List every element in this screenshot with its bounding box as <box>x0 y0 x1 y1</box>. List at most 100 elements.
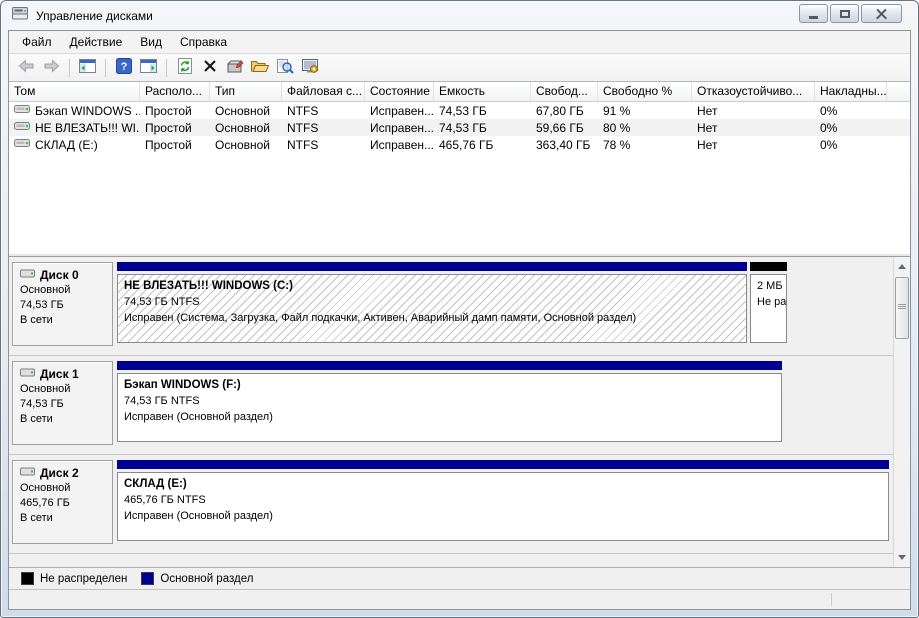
partition-c[interactable]: НЕ ВЛЕЗАТЬ!!! WINDOWS (C:) 74,53 ГБ NTFS… <box>117 262 747 347</box>
status-bar-divider <box>831 593 832 606</box>
console-tree-button[interactable] <box>76 57 99 79</box>
properties-button[interactable] <box>223 57 246 79</box>
cell-fault-tolerance: Нет <box>692 138 815 152</box>
partition-unallocated[interactable]: 2 МБ Не распределен <box>750 262 787 347</box>
cell-layout: Простой <box>140 104 210 118</box>
cell-type: Основной <box>210 138 282 152</box>
find-button[interactable] <box>273 57 296 79</box>
partition-f[interactable]: Бэкап WINDOWS (F:) 74,53 ГБ NTFS Исправе… <box>117 361 782 446</box>
disk-name: Диск 2 <box>40 466 79 481</box>
partition-size: 74,53 ГБ NTFS <box>124 393 775 409</box>
vertical-scrollbar[interactable] <box>893 257 910 567</box>
partition-label: НЕ ВЛЕЗАТЬ!!! WINDOWS (C:) <box>124 278 740 294</box>
column-header-filesystem[interactable]: Файловая с... <box>282 82 365 101</box>
window-title: Управление дисками <box>36 9 153 23</box>
column-header-volume[interactable]: Том <box>9 82 140 101</box>
graphical-view-pane: Диск 0 Основной 74,53 ГБ В сети НЕ ВЛЕЗА… <box>9 257 910 567</box>
refresh-icon <box>177 57 193 78</box>
disk-type: Основной <box>20 481 105 496</box>
cell-layout: Простой <box>140 121 210 135</box>
legend-label: Основной раздел <box>160 573 253 585</box>
cell-capacity: 465,76 ГБ <box>434 138 531 152</box>
toolbar-separator <box>69 59 70 77</box>
disk-info-panel[interactable]: Диск 1 Основной 74,53 ГБ В сети <box>12 361 113 445</box>
menu-file[interactable]: Файл <box>13 32 61 52</box>
refresh-button[interactable] <box>173 57 196 79</box>
status-bar <box>9 589 910 609</box>
cell-free: 363,40 ГБ <box>531 138 598 152</box>
manage-computer-icon <box>301 58 319 77</box>
cell-filesystem: NTFS <box>282 104 365 118</box>
menu-help[interactable]: Справка <box>171 32 236 52</box>
delete-button[interactable] <box>198 57 221 79</box>
table-row[interactable]: Бэкап WINDOWS ... Простой Основной NTFS … <box>9 102 910 119</box>
arrow-up-icon <box>898 264 906 269</box>
cell-filesystem: NTFS <box>282 121 365 135</box>
table-row[interactable]: СКЛАД (E:) Простой Основной NTFS Исправе… <box>9 136 910 153</box>
column-header-free[interactable]: Свобод... <box>531 82 598 101</box>
table-row[interactable]: НЕ ВЛЕЗАТЬ!!! WI... Простой Основной NTF… <box>9 119 910 136</box>
app-icon <box>12 6 29 26</box>
cell-capacity: 74,53 ГБ <box>434 104 531 118</box>
scroll-down-button[interactable] <box>895 550 909 565</box>
disk-icon <box>20 367 36 382</box>
menu-action[interactable]: Действие <box>61 32 132 52</box>
help-button[interactable]: ? <box>112 57 135 79</box>
disk-track: Бэкап WINDOWS (F:) 74,53 ГБ NTFS Исправе… <box>117 361 782 446</box>
disk-name: Диск 0 <box>40 268 79 283</box>
partition-color-bar <box>117 262 747 271</box>
column-header-capacity[interactable]: Емкость <box>434 82 531 101</box>
scroll-up-button[interactable] <box>895 259 909 274</box>
minimize-button[interactable] <box>799 4 828 23</box>
manage-computer-button[interactable] <box>298 57 321 79</box>
disk-row-0: Диск 0 Основной 74,53 ГБ В сети НЕ ВЛЕЗА… <box>9 257 893 356</box>
maximize-button[interactable] <box>830 4 859 23</box>
cell-status: Исправен... <box>365 138 434 152</box>
back-button[interactable] <box>15 57 38 79</box>
action-pane-icon <box>139 58 158 77</box>
disk-row-2: Диск 2 Основной 465,76 ГБ В сети СКЛАД (… <box>9 455 893 554</box>
toolbar-separator <box>105 59 106 77</box>
disk-icon <box>20 466 36 481</box>
column-header-free-pct[interactable]: Свободно % <box>598 82 692 101</box>
disk-status: В сети <box>20 412 105 427</box>
partition-size: 2 МБ <box>757 278 780 294</box>
forward-icon <box>42 57 61 78</box>
partition-color-bar <box>117 460 889 469</box>
disk-size: 74,53 ГБ <box>20 397 105 412</box>
volume-name: Бэкап WINDOWS ... <box>35 104 140 118</box>
primary-partition-swatch-icon <box>141 572 154 585</box>
partition-size: 465,76 ГБ NTFS <box>124 492 882 508</box>
disk-status: В сети <box>20 313 105 328</box>
column-header-layout[interactable]: Располо... <box>140 82 210 101</box>
column-header-fault-tolerance[interactable]: Отказоустойчиво... <box>692 82 815 101</box>
column-header-type[interactable]: Тип <box>210 82 282 101</box>
toolbar-separator <box>166 59 167 77</box>
partition-status: Исправен (Основной раздел) <box>124 508 882 524</box>
scrollbar-thumb[interactable] <box>895 277 909 339</box>
disk-type: Основной <box>20 382 105 397</box>
cell-type: Основной <box>210 121 282 135</box>
disk-info-panel[interactable]: Диск 0 Основной 74,53 ГБ В сети <box>12 262 113 346</box>
cell-free: 67,80 ГБ <box>531 104 598 118</box>
properties-icon <box>226 58 244 77</box>
disk-management-window: Управление дисками Файл Действие Вид Спр… <box>0 0 919 618</box>
titlebar[interactable]: Управление дисками <box>8 1 911 30</box>
console-tree-icon <box>78 58 97 77</box>
disk-info-panel[interactable]: Диск 2 Основной 465,76 ГБ В сети <box>12 460 113 544</box>
forward-button[interactable] <box>40 57 63 79</box>
close-button[interactable] <box>861 4 902 23</box>
partition-status: Исправен (Система, Загрузка, Файл подкач… <box>124 310 740 326</box>
partition-e[interactable]: СКЛАД (E:) 465,76 ГБ NTFS Исправен (Осно… <box>117 460 889 545</box>
column-header-overhead[interactable]: Накладны... <box>815 82 887 101</box>
action-pane-button[interactable] <box>137 57 160 79</box>
back-icon <box>17 57 36 78</box>
column-header-status[interactable]: Состояние <box>365 82 434 101</box>
legend-item-unallocated: Не распределен <box>21 572 127 585</box>
menu-view[interactable]: Вид <box>131 32 171 52</box>
partition-body: НЕ ВЛЕЗАТЬ!!! WINDOWS (C:) 74,53 ГБ NTFS… <box>117 274 747 343</box>
open-folder-button[interactable] <box>248 57 271 79</box>
disk-size: 74,53 ГБ <box>20 298 105 313</box>
cell-status: Исправен... <box>365 121 434 135</box>
cell-free-pct: 91 % <box>598 104 692 118</box>
